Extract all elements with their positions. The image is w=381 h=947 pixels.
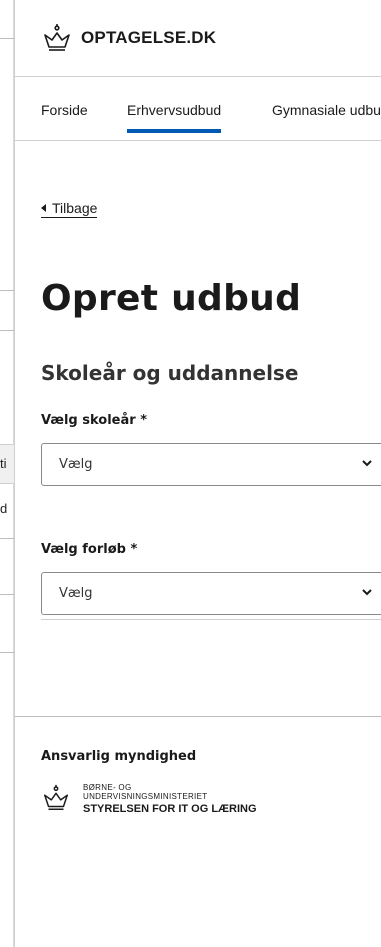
page-title: Opret udbud	[41, 278, 302, 319]
school-year-value: Vælg	[59, 457, 93, 472]
background-divider	[0, 290, 14, 291]
school-year-label: Vælg skoleår *	[41, 413, 148, 428]
agency-name: STYRELSEN FOR IT OG LÆRING	[83, 803, 257, 815]
background-text: ti	[0, 456, 7, 471]
crown-icon	[44, 24, 70, 51]
ministry-logo[interactable]: BØRNE- OG UNDERVISNINGSMINISTERIET STYRE…	[41, 783, 257, 816]
site-header: OPTAGELSE.DK	[15, 0, 381, 77]
nav-item-forside[interactable]: Forside	[41, 102, 88, 118]
section-subtitle: Skoleår og uddannelse	[41, 361, 299, 385]
course-value: Vælg	[59, 586, 93, 601]
background-divider	[0, 38, 14, 39]
course-select[interactable]: Vælg	[41, 572, 381, 615]
crown-icon	[44, 784, 68, 810]
back-link[interactable]: Tilbage	[41, 200, 98, 218]
main-nav: Forside Erhvervsudbud Gymnasiale udbud	[15, 77, 381, 141]
back-label: Tilbage	[52, 200, 98, 216]
background-text: d	[0, 501, 8, 516]
background-page: ti d	[0, 0, 14, 947]
chevron-down-icon	[362, 460, 372, 467]
course-label: Vælg forløb *	[41, 542, 138, 557]
ministry-line-1: BØRNE- OG	[83, 783, 132, 792]
nav-item-erhvervsudbud[interactable]: Erhvervsudbud	[127, 102, 222, 133]
ministry-line-2: UNDERVISNINGSMINISTERIET	[83, 792, 208, 801]
form-divider	[41, 619, 381, 620]
footer-heading: Ansvarlig myndighed	[41, 749, 197, 764]
school-year-select[interactable]: Vælg	[41, 443, 381, 486]
triangle-left-icon	[41, 204, 46, 212]
ministry-text: BØRNE- OG UNDERVISNINGSMINISTERIET STYRE…	[83, 783, 257, 816]
background-divider	[0, 652, 14, 653]
site-footer: Ansvarlig myndighed BØRNE- OG UNDERVISNI…	[15, 716, 381, 947]
background-divider	[0, 330, 14, 331]
background-divider	[0, 594, 14, 595]
site-name[interactable]: OPTAGELSE.DK	[81, 28, 216, 48]
nav-item-gymnasiale-udbud[interactable]: Gymnasiale udbud	[272, 102, 381, 118]
background-divider	[0, 538, 14, 539]
side-panel: OPTAGELSE.DK Forside Erhvervsudbud Gymna…	[14, 0, 381, 947]
chevron-down-icon	[362, 589, 372, 596]
